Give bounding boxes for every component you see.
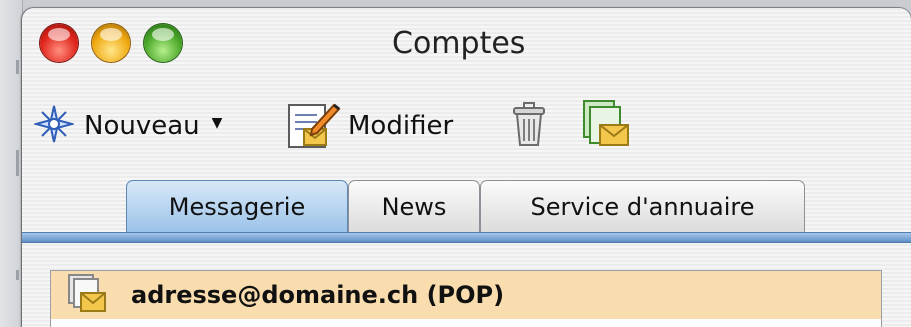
background-window-edge [0, 0, 23, 327]
tab-label: Messagerie [168, 192, 306, 221]
window-title: Comptes [392, 26, 526, 61]
accounts-list[interactable]: adresse@domaine.ch (POP) [50, 270, 882, 327]
trash-icon [512, 101, 546, 151]
zoom-button[interactable] [144, 24, 182, 62]
edit-account-label: Modifier [348, 111, 454, 141]
toolbar: Nouveau ▼ Modifier [22, 96, 911, 156]
tab-service-annuaire[interactable]: Service d'annuaire [480, 180, 805, 232]
delete-account-button[interactable] [512, 96, 546, 156]
list-item[interactable]: adresse@domaine.ch (POP) [51, 271, 881, 319]
background-window-mark [16, 270, 19, 280]
tab-bar: Messagerie News Service d'annuaire [22, 180, 911, 244]
new-account-label: Nouveau [84, 111, 200, 141]
edit-document-icon [286, 99, 342, 153]
mail-account-icon [582, 99, 630, 153]
tab-messagerie[interactable]: Messagerie [126, 180, 348, 232]
edit-account-button[interactable]: Modifier [286, 96, 453, 156]
background-window-mark [16, 60, 19, 74]
tab-label: News [381, 192, 447, 221]
tab-label: Service d'annuaire [530, 192, 755, 221]
minimize-button[interactable] [92, 24, 130, 62]
close-button[interactable] [40, 24, 78, 62]
new-account-button[interactable]: Nouveau ▼ [32, 96, 223, 156]
tab-underline [22, 232, 911, 243]
sparkle-icon [32, 104, 76, 148]
accounts-window: Comptes Nouveau ▼ Modifier Messagerie Ne… [22, 8, 911, 327]
background-window-mark [16, 150, 19, 176]
tab-news[interactable]: News [348, 180, 480, 232]
title-bar[interactable]: Comptes [22, 8, 911, 76]
account-label: adresse@domaine.ch (POP) [131, 281, 505, 309]
mail-account-icon [67, 273, 107, 317]
set-default-account-button[interactable] [582, 96, 630, 156]
dropdown-arrow-icon[interactable]: ▼ [212, 115, 223, 131]
